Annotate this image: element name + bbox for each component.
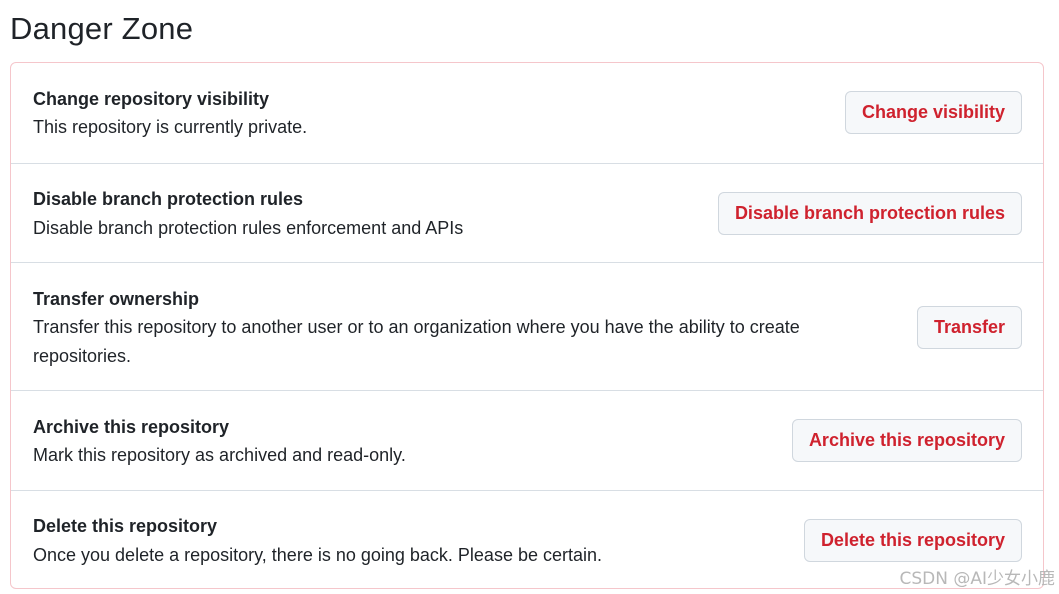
row-title: Transfer ownership	[33, 289, 200, 309]
delete-repository-button[interactable]: Delete this repository	[803, 519, 1022, 562]
row-description-line2: repositories.	[33, 346, 132, 366]
watermark: CSDN @AI少女小鹿	[899, 569, 1055, 589]
row-title: Disable branch protection rules	[33, 189, 304, 209]
row-title: Change repository visibility	[33, 89, 270, 109]
row-description: Mark this repository as archived and rea…	[33, 445, 406, 465]
archive-repository-button[interactable]: Archive this repository	[791, 419, 1022, 462]
row-description: Disable branch protection rules enforcem…	[33, 218, 464, 238]
setting-row-transfer: Transfer ownership Transfer this reposit…	[11, 262, 1043, 390]
row-title: Delete this repository	[33, 516, 218, 536]
setting-row-archive: Archive this repository Mark this reposi…	[11, 390, 1043, 490]
setting-row-branch-protection: Disable branch protection rules Disable …	[11, 163, 1043, 262]
row-description: Once you delete a repository, there is n…	[33, 545, 603, 565]
row-description: This repository is currently private.	[33, 117, 308, 137]
change-visibility-button[interactable]: Change visibility	[844, 91, 1022, 134]
transfer-button[interactable]: Transfer	[916, 306, 1022, 349]
page-title: Danger Zone	[10, 11, 194, 46]
disable-branch-protection-button[interactable]: Disable branch protection rules	[717, 192, 1022, 235]
row-title: Archive this repository	[33, 417, 230, 437]
setting-row-visibility: Change repository visibility This reposi…	[11, 63, 1043, 163]
danger-zone-panel: Change repository visibility This reposi…	[10, 62, 1044, 589]
row-description-line1: Transfer this repository to another user…	[33, 317, 800, 337]
setting-row-delete: Delete this repository Once you delete a…	[11, 490, 1043, 588]
